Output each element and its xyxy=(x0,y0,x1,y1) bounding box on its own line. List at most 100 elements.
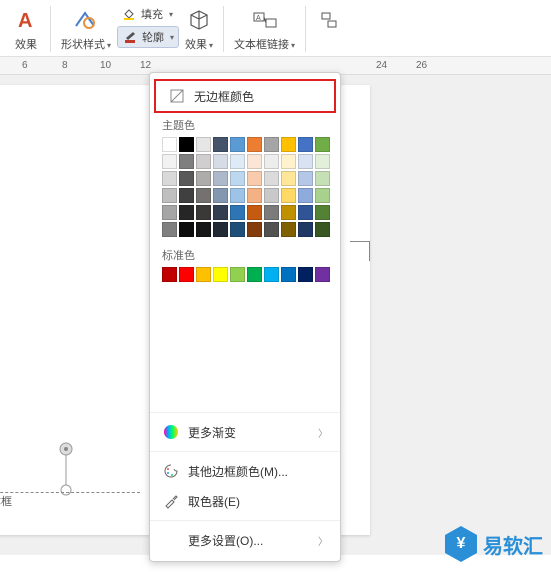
color-swatch[interactable] xyxy=(281,267,296,282)
anchor-handle[interactable] xyxy=(57,440,75,503)
eyedropper-item[interactable]: 取色器(E) xyxy=(150,486,340,516)
color-swatch[interactable] xyxy=(196,171,211,186)
svg-text:A: A xyxy=(18,10,32,32)
outline-button[interactable]: 轮廓▾ xyxy=(117,26,179,48)
color-swatch[interactable] xyxy=(230,188,245,203)
chevron-down-icon: ▾ xyxy=(170,33,174,42)
color-swatch[interactable] xyxy=(281,188,296,203)
textbox-edge[interactable] xyxy=(0,492,140,493)
color-swatch[interactable] xyxy=(213,171,228,186)
color-swatch[interactable] xyxy=(298,154,313,169)
color-swatch[interactable] xyxy=(162,188,177,203)
color-swatch[interactable] xyxy=(196,154,211,169)
color-swatch[interactable] xyxy=(247,137,262,152)
ribbon-toolbar: A 效果 形状样式▾ 填充▾ 轮廓▾ 效果▾ A 文本框链接▾ xyxy=(0,0,551,57)
spacer xyxy=(150,288,340,408)
divider xyxy=(150,520,340,521)
color-swatch[interactable] xyxy=(230,137,245,152)
color-swatch[interactable] xyxy=(230,171,245,186)
color-swatch[interactable] xyxy=(281,137,296,152)
color-swatch[interactable] xyxy=(179,222,194,237)
theme-colors-label: 主题色 xyxy=(150,113,340,135)
color-swatch[interactable] xyxy=(162,267,177,282)
color-swatch[interactable] xyxy=(315,188,330,203)
color-swatch[interactable] xyxy=(196,205,211,220)
color-swatch[interactable] xyxy=(179,205,194,220)
chevron-right-icon: 〉 xyxy=(318,425,328,440)
color-swatch[interactable] xyxy=(247,188,262,203)
color-swatch[interactable] xyxy=(213,205,228,220)
color-swatch[interactable] xyxy=(247,154,262,169)
color-swatch[interactable] xyxy=(281,171,296,186)
textbox-link-button[interactable]: A 文本框链接▾ xyxy=(230,4,299,54)
align-button[interactable] xyxy=(312,4,348,36)
color-swatch[interactable] xyxy=(230,267,245,282)
color-swatch[interactable] xyxy=(315,222,330,237)
color-swatch[interactable] xyxy=(281,205,296,220)
more-gradient-item[interactable]: 更多渐变 〉 xyxy=(150,417,340,447)
color-swatch[interactable] xyxy=(315,137,330,152)
color-swatch[interactable] xyxy=(179,137,194,152)
color-swatch[interactable] xyxy=(179,267,194,282)
fill-button[interactable]: 填充▾ xyxy=(117,4,179,24)
color-swatch[interactable] xyxy=(298,137,313,152)
color-swatch[interactable] xyxy=(179,188,194,203)
color-swatch[interactable] xyxy=(298,205,313,220)
more-settings-item[interactable]: 更多设置(O)... 〉 xyxy=(150,525,340,555)
color-swatch[interactable] xyxy=(264,267,279,282)
color-swatch[interactable] xyxy=(298,267,313,282)
color-swatch[interactable] xyxy=(247,267,262,282)
color-swatch[interactable] xyxy=(315,154,330,169)
letter-a-icon: A xyxy=(12,6,40,34)
color-swatch[interactable] xyxy=(247,222,262,237)
color-swatch[interactable] xyxy=(230,222,245,237)
color-swatch[interactable] xyxy=(213,137,228,152)
color-swatch[interactable] xyxy=(298,222,313,237)
color-swatch[interactable] xyxy=(213,154,228,169)
shape-effect-button[interactable]: 效果▾ xyxy=(181,4,217,54)
color-swatch[interactable] xyxy=(315,171,330,186)
color-swatch[interactable] xyxy=(213,222,228,237)
color-swatch[interactable] xyxy=(196,188,211,203)
color-swatch[interactable] xyxy=(247,171,262,186)
color-swatch[interactable] xyxy=(315,205,330,220)
color-swatch[interactable] xyxy=(264,137,279,152)
other-colors-item[interactable]: 其他边框颜色(M)... xyxy=(150,456,340,486)
color-swatch[interactable] xyxy=(230,205,245,220)
outline-color-popup: 无边框颜色 主题色 标准色 更多渐变 〉 其他边框颜色(M)... 取色器(E)… xyxy=(149,72,341,562)
color-swatch[interactable] xyxy=(298,171,313,186)
color-swatch[interactable] xyxy=(162,154,177,169)
color-swatch[interactable] xyxy=(230,154,245,169)
chevron-down-icon: ▾ xyxy=(291,41,295,50)
text-effect-button[interactable]: A 效果 xyxy=(8,4,44,54)
color-swatch[interactable] xyxy=(213,267,228,282)
color-swatch[interactable] xyxy=(162,171,177,186)
color-swatch[interactable] xyxy=(264,188,279,203)
color-swatch[interactable] xyxy=(264,205,279,220)
shape-style-button[interactable]: 形状样式▾ xyxy=(57,4,115,54)
chevron-right-icon: 〉 xyxy=(318,533,328,548)
color-swatch[interactable] xyxy=(196,137,211,152)
color-swatch[interactable] xyxy=(179,171,194,186)
color-swatch[interactable] xyxy=(162,205,177,220)
bucket-icon xyxy=(121,6,137,22)
color-swatch[interactable] xyxy=(264,154,279,169)
color-swatch[interactable] xyxy=(264,222,279,237)
no-border-color-item[interactable]: 无边框颜色 xyxy=(154,79,336,113)
margin-corner xyxy=(350,241,370,261)
chevron-down-icon: ▾ xyxy=(169,10,173,19)
pen-outline-icon xyxy=(122,29,138,45)
color-swatch[interactable] xyxy=(315,267,330,282)
color-swatch[interactable] xyxy=(298,188,313,203)
color-swatch[interactable] xyxy=(162,222,177,237)
color-swatch[interactable] xyxy=(247,205,262,220)
color-swatch[interactable] xyxy=(281,222,296,237)
separator xyxy=(305,6,306,52)
color-swatch[interactable] xyxy=(264,171,279,186)
color-swatch[interactable] xyxy=(213,188,228,203)
color-swatch[interactable] xyxy=(162,137,177,152)
color-swatch[interactable] xyxy=(281,154,296,169)
color-swatch[interactable] xyxy=(196,267,211,282)
color-swatch[interactable] xyxy=(179,154,194,169)
color-swatch[interactable] xyxy=(196,222,211,237)
